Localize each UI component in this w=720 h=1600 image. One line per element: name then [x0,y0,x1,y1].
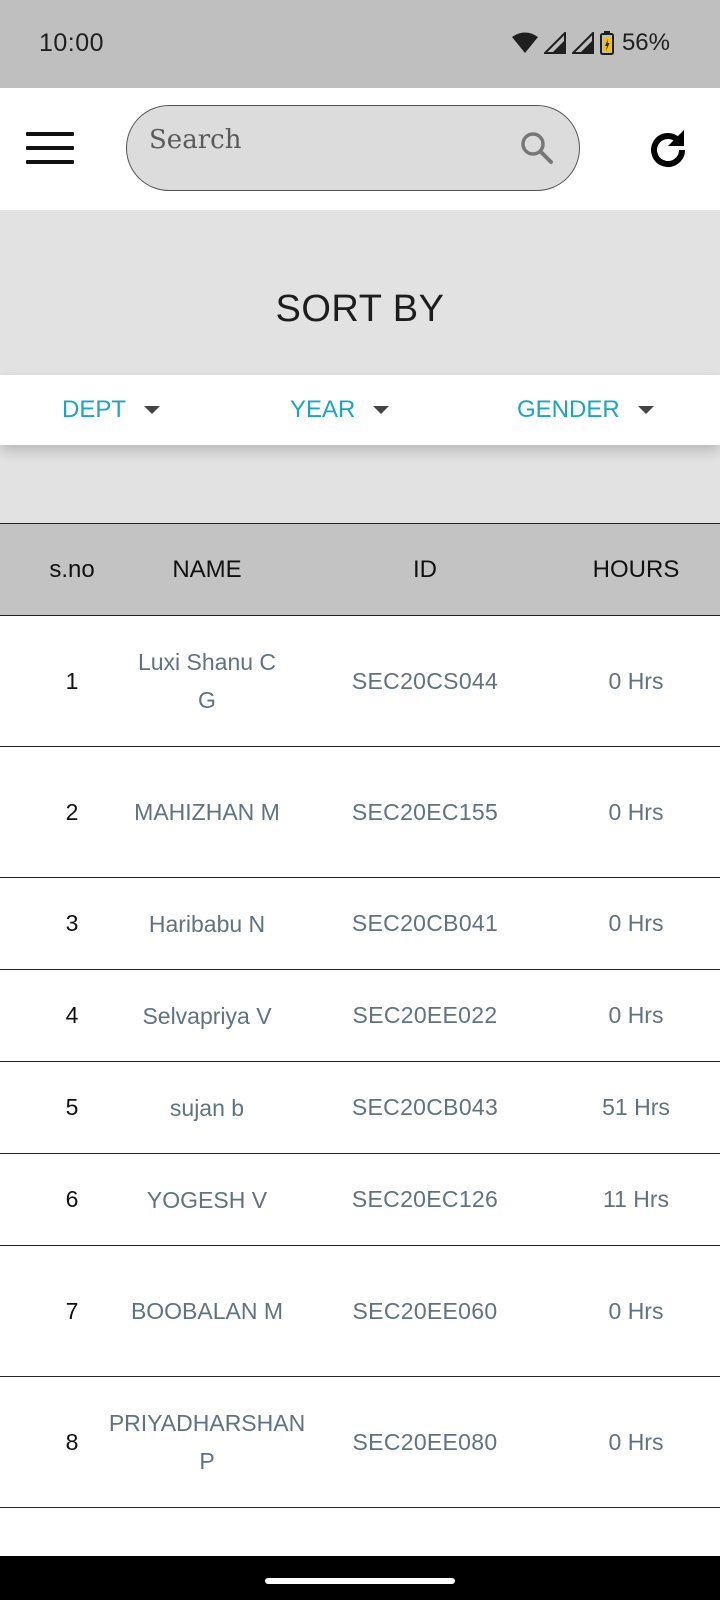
navigation-bar [0,1556,720,1600]
row-hours: 0 Hrs [608,1428,664,1455]
row-sno: 7 [65,1297,79,1324]
search-icon[interactable] [519,130,555,166]
table-row[interactable]: 2 MAHIZHAN M SEC20EC155 0 Hrs [0,747,720,878]
row-id: SEC20CB043 [351,1094,499,1120]
row-id: SEC20EC126 [351,1186,499,1212]
row-id: SEC20EE060 [352,1297,498,1324]
sort-title: SORT BY [275,288,445,330]
row-hours: 0 Hrs [608,667,664,694]
table-row[interactable]: 3 Haribabu N SEC20CB041 0 Hrs [0,878,720,970]
header-name: NAME [172,555,242,583]
row-hours: 0 Hrs [608,1297,664,1324]
row-hours: 0 Hrs [608,798,664,825]
gender-dropdown[interactable]: GENDER [517,375,654,445]
status-bar: 10:00 56% [0,0,720,88]
sort-panel: SORT BY DEPT YEAR GENDER [0,210,720,523]
signal-icon-2 [571,32,594,54]
table-row[interactable]: 4 Selvapriya V SEC20EE022 0 Hrs [0,970,720,1062]
search-input[interactable] [149,120,489,160]
row-sno: 5 [65,1094,79,1120]
battery-icon [599,31,614,55]
home-indicator[interactable] [265,1578,455,1584]
table-row[interactable]: 1 Luxi Shanu C G SEC20CS044 0 Hrs [0,616,720,747]
row-name: Haribabu N [148,910,266,937]
row-sno: 6 [65,1186,79,1212]
row-hours: 0 Hrs [608,910,664,936]
row-sno: 4 [65,1002,79,1028]
row-id: SEC20EE022 [352,1002,498,1028]
table-row[interactable]: 7 BOOBALAN M SEC20EE060 0 Hrs [0,1246,720,1377]
wifi-icon [511,32,538,53]
table-header: s.no NAME ID HOURS [0,523,720,616]
gender-label: GENDER [517,396,620,423]
signal-icon [543,32,566,54]
row-name: YOGESH V [146,1186,268,1213]
table-row[interactable]: 5 sujan b SEC20CB043 51 Hrs [0,1062,720,1154]
row-id: SEC20CS044 [351,667,499,694]
row-id: SEC20CB041 [351,910,499,936]
toolbar [0,88,720,210]
row-id: SEC20EC155 [351,798,499,825]
status-icons: 56% [511,28,670,58]
header-id: ID [413,555,437,583]
caret-down-icon [373,406,390,414]
row-hours: 51 Hrs [602,1094,670,1120]
row-name: PRIYADHARSHAN P [108,1410,306,1474]
battery-percent: 56% [621,29,670,56]
caret-down-icon [637,406,654,414]
row-hours: 11 Hrs [602,1186,670,1212]
search-box[interactable] [126,105,580,191]
status-time: 10:00 [39,29,105,57]
row-name: sujan b [169,1094,245,1121]
dept-dropdown[interactable]: DEPT [62,375,161,445]
header-hours: HOURS [592,555,680,583]
students-table: s.no NAME ID HOURS 1 Luxi Shanu C G SEC2… [0,523,720,1508]
row-id: SEC20EE080 [352,1428,498,1455]
refresh-icon[interactable] [644,126,692,174]
filter-row: DEPT YEAR GENDER [0,375,720,445]
dept-label: DEPT [62,396,127,423]
row-sno: 3 [65,910,79,936]
header-sno: s.no [49,555,95,583]
table-row[interactable]: 8 PRIYADHARSHAN P SEC20EE080 0 Hrs [0,1377,720,1508]
menu-icon[interactable] [26,132,74,168]
caret-down-icon [144,406,161,414]
year-label: YEAR [290,396,356,423]
row-sno: 8 [65,1428,79,1455]
row-sno: 2 [65,798,79,825]
row-name: BOOBALAN M [130,1298,284,1324]
table-row[interactable]: 6 YOGESH V SEC20EC126 11 Hrs [0,1154,720,1246]
year-dropdown[interactable]: YEAR [290,375,390,445]
row-name: MAHIZHAN M [134,799,280,825]
row-hours: 0 Hrs [608,1002,664,1028]
row-name: Selvapriya V [142,1002,272,1029]
row-name: Luxi Shanu C G [137,649,277,713]
screen: 10:00 56% Search SORT BY DEPT YEAR GENDE… [0,0,720,1600]
row-sno: 1 [65,667,79,694]
